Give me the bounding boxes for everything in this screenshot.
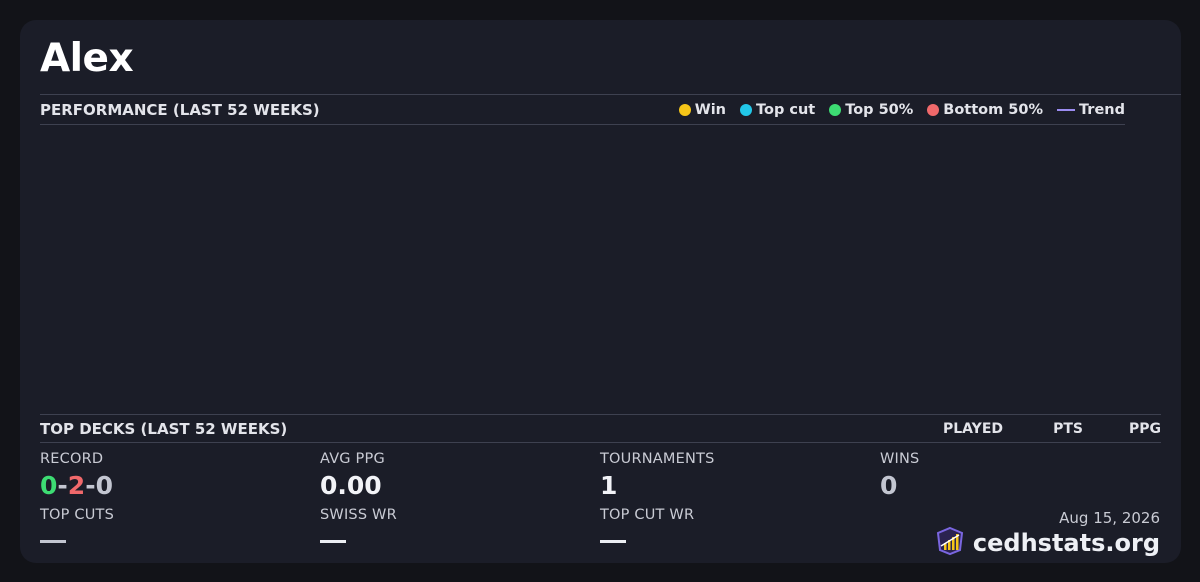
- decks-bottom-divider: [40, 442, 1161, 443]
- column-pts: PTS: [1053, 421, 1083, 437]
- player-card: Alex PERFORMANCE (LAST 52 WEEKS) Win Top…: [20, 20, 1181, 563]
- performance-chart-area: [40, 125, 1161, 414]
- chart-legend: Win Top cut Top 50% Bottom 50% Trend: [678, 102, 1125, 118]
- stat-swiss-wr: SWISS WR: [320, 507, 397, 543]
- stat-swiss-wr-label: SWISS WR: [320, 507, 397, 523]
- top-decks-heading: TOP DECKS (LAST 52 WEEKS): [40, 420, 288, 438]
- stat-tournaments-value: 1: [600, 471, 618, 500]
- stat-swiss-wr-value: [320, 540, 346, 543]
- stat-top-cut-wr-value: [600, 540, 626, 543]
- legend-top-cut-marker: [740, 104, 753, 116]
- legend-trend-label: Trend: [1079, 102, 1125, 118]
- generated-date: Aug 15, 2026: [1059, 509, 1160, 527]
- legend-win-label: Win: [694, 102, 727, 118]
- record-losses: 2: [67, 471, 86, 500]
- stat-avg-ppg-value: 0.00: [320, 471, 382, 500]
- record-sep-1: -: [57, 471, 68, 500]
- record-draws: 0: [95, 471, 113, 500]
- column-played: PLAYED: [943, 421, 1003, 437]
- legend-bottom-50-label: Bottom 50%: [943, 102, 1043, 118]
- stat-top-cut-wr-label: TOP CUT WR: [600, 507, 695, 523]
- legend-win: Win: [678, 102, 727, 118]
- legend-top-cut-label: Top cut: [756, 102, 816, 118]
- legend-top-50-label: Top 50%: [845, 102, 914, 118]
- stat-tournaments-label: TOURNAMENTS: [600, 451, 715, 467]
- legend-trend-marker: [1057, 109, 1075, 111]
- stat-avg-ppg: AVG PPG 0.00: [320, 451, 385, 500]
- stat-top-cut-wr: TOP CUT WR: [600, 507, 694, 543]
- legend-trend: Trend: [1057, 102, 1125, 118]
- legend-top-cut: Top cut: [740, 102, 815, 118]
- legend-top-50: Top 50%: [829, 102, 913, 118]
- title-divider: [40, 94, 1181, 95]
- stat-top-cuts-label: TOP CUTS: [40, 507, 115, 523]
- legend-bottom-50: Bottom 50%: [927, 102, 1043, 118]
- stat-top-cuts: TOP CUTS: [40, 507, 114, 543]
- stat-wins-label: WINS: [880, 451, 920, 467]
- legend-win-marker: [678, 104, 691, 116]
- stat-top-cuts-value: [40, 540, 66, 543]
- record-sep-2: -: [85, 471, 96, 500]
- stat-record-label: RECORD: [40, 451, 104, 467]
- stat-tournaments: TOURNAMENTS 1: [600, 451, 715, 500]
- stat-wins-value: 0: [880, 471, 898, 500]
- legend-bottom-50-marker: [927, 104, 940, 116]
- column-ppg: PPG: [1128, 421, 1161, 437]
- decks-top-divider: [40, 414, 1161, 415]
- stat-wins: WINS 0: [880, 451, 919, 500]
- record-wins: 0: [40, 471, 58, 500]
- legend-top-50-marker: [829, 104, 842, 116]
- top-decks-header: TOP DECKS (LAST 52 WEEKS) PLAYED PTS PPG: [40, 416, 1161, 442]
- player-name: Alex: [40, 36, 134, 81]
- performance-header: PERFORMANCE (LAST 52 WEEKS) Win Top cut …: [40, 96, 1125, 124]
- performance-heading: PERFORMANCE (LAST 52 WEEKS): [40, 101, 320, 119]
- brand-logo-icon: [935, 526, 965, 560]
- stat-record-value: 0-2-0: [40, 471, 113, 500]
- brand-link[interactable]: cedhstats.org: [935, 526, 1160, 560]
- stat-record: RECORD 0-2-0: [40, 451, 113, 500]
- brand-name: cedhstats.org: [972, 529, 1160, 557]
- stat-avg-ppg-label: AVG PPG: [320, 451, 385, 467]
